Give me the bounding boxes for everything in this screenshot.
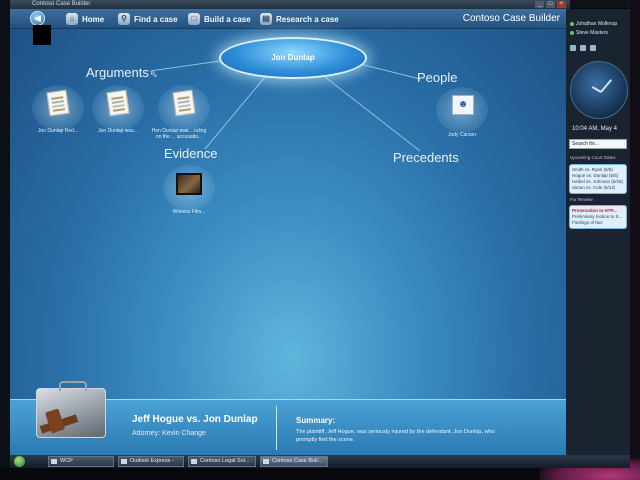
gadget-icon[interactable] [580,45,586,51]
review-heading: For Review [570,197,593,202]
film-icon [176,173,202,195]
document-icon [46,89,70,117]
window-title: Contoso Case Builder [32,1,91,7]
taskbar-item-outlook[interactable]: Outlook Express - [118,456,184,467]
document-icon [106,89,130,117]
case-builder-app: ◀ ⌂ Home ⚲ Find a case □ Build a case ▤ … [10,9,570,455]
clock-hand-icon [600,79,613,93]
clock-gadget [570,61,628,119]
taskbar-item-legal[interactable]: Contoso Legal Sol... [188,456,256,467]
clock-hand-icon [591,86,602,93]
sidebar-search-input[interactable]: Search for... [569,139,627,149]
contact-name: Steve Masters [576,30,608,36]
minimize-button[interactable]: _ [535,1,544,8]
sidebar-gadget-icons [570,45,596,51]
review-list: Prosecution in HTP... Preliminary motion… [569,205,627,229]
court-dates-heading: Upcoming Court Dates [570,155,616,160]
contact-item[interactable]: Johathan Mollerup [570,21,617,27]
presence-icon [570,22,574,26]
mouse-cursor-icon: ⬁ [150,69,158,79]
footer-divider [276,406,277,450]
person-card-icon: ☻ [452,95,474,115]
contact-item[interactable]: Steve Masters [570,30,608,36]
summary-text: The plaintiff, Jeff Hogue, was seriously… [296,429,495,443]
presence-icon [570,31,574,35]
taskbar-item-wcp[interactable]: WCP [48,456,114,467]
court-dates-list: Smith vs. Ryan (5/5) Hogue vs. Dunlap (5… [569,164,627,194]
person-card-label: Jody Carson [447,132,477,138]
clock-time: 10:04 AM, May 4 [572,126,618,132]
gadget-icon[interactable] [590,45,596,51]
gadget-icon[interactable] [570,45,576,51]
category-evidence[interactable]: Evidence [164,146,217,161]
category-arguments[interactable]: Arguments [86,65,149,80]
monitor-bezel-right [630,0,640,480]
argument-document-2[interactable] [92,85,144,131]
taskbar-item-case-builder[interactable]: Contoso Case Buil... [260,456,328,467]
argument-document-2-label: Jon Dunlap was... [98,128,138,134]
case-details-footer: Jeff Hogue vs. Jon Dunlap Attorney: Kevi… [10,381,570,455]
category-people[interactable]: People [417,70,457,85]
argument-document-3[interactable] [158,85,210,131]
start-button[interactable] [14,456,25,467]
window-controls: _ □ × [535,0,566,9]
tray-corner [33,25,51,45]
case-attorney: Attorney: Kevin Change [132,430,206,437]
maximize-button[interactable]: □ [546,1,555,8]
center-node-person[interactable]: Jon Dunlap [219,37,367,79]
evidence-film-label: Witness Film... [172,209,206,215]
taskbar: WCP Outlook Express - Contoso Legal Sol.… [10,455,630,468]
contact-name: Johathan Mollerup [576,21,618,27]
person-card[interactable]: ☻ [436,87,488,133]
argument-document-1[interactable] [32,85,84,131]
summary-heading: Summary: [296,416,336,425]
category-precedents[interactable]: Precedents [393,150,459,165]
argument-document-3-label: Hon Dunlap was... ruling on the ... accu… [151,128,207,140]
document-icon [172,89,196,117]
close-button[interactable]: × [557,1,566,8]
case-title: Jeff Hogue vs. Jon Dunlap [132,414,258,425]
monitor-bezel-left [0,0,10,480]
review-item[interactable]: Findings of fact [572,220,624,226]
vista-sidebar: Johathan Mollerup Steve Masters 10:04 AM… [566,9,630,455]
window-titlebar: Contoso Case Builder _ □ × [10,0,570,9]
evidence-film[interactable] [163,165,215,211]
court-date-item[interactable]: Simon vs. Cole (5/12) [572,185,624,191]
